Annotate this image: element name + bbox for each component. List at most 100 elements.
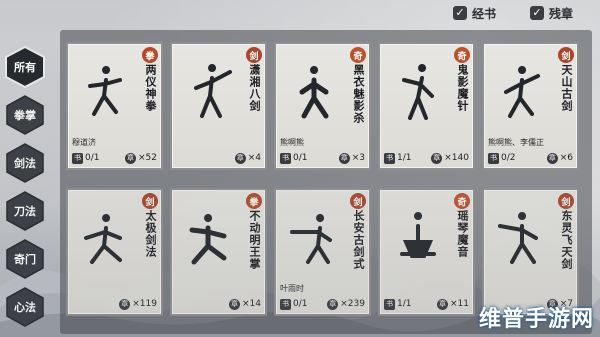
category-badge: 奇 [454,47,470,63]
fragment-filter-label: 残章 [549,6,574,21]
fragment-count: 章 ×6 [546,152,573,164]
category-badge: 剑 [246,47,262,63]
fragment-count-value: ×119 [132,299,157,309]
martial-art-card[interactable]: 奇瑶琴魔音书 1/1 章 ×11 [378,188,475,316]
fragment-icon: 章 [229,298,240,310]
martial-art-name: 长安古剑式 [352,210,365,270]
martial-art-card[interactable]: 奇黑衣魅影杀 熊啊熊书 0/1 章 ×3 [274,42,371,170]
fragment-count-value: ×14 [242,299,261,309]
category-badge: 剑 [142,193,158,209]
book-count: 书 0/1 [280,152,308,164]
fragment-count: 章 ×11 [437,298,469,310]
category-badge: 剑 [558,193,574,209]
martial-art-card[interactable]: 剑长安古剑式叶雨时书 0/1 章 ×239 [274,188,371,316]
martial-art-name: 太极剑法 [144,210,157,258]
fragment-icon: 章 [125,152,136,164]
martial-artist-illustration [290,214,332,264]
martial-art-card[interactable]: 剑东灵飞天剑章 ×7 [482,188,579,316]
category-badge: 剑 [350,193,366,209]
tab-fist-palm-label: 拳掌 [14,109,36,122]
fragment-icon: 章 [437,298,448,310]
owner-names: 穆道济 [72,138,96,147]
martial-art-card[interactable]: 拳不动明王掌章 ×14 [170,188,267,316]
book-count: 书 1/1 [384,152,412,164]
fragment-count: 章 ×3 [338,152,365,164]
owner-names: 熊啊熊 [280,138,304,147]
book-count-value: 0/1 [293,153,308,163]
book-count: 书 1/1 [384,298,412,310]
martial-artist-illustration [402,64,434,120]
martial-art-name: 潇湘八剑 [248,64,261,112]
category-sidebar: 所有 拳掌 剑法 刀法 奇门 心法 [0,0,52,337]
fragment-count: 章 ×14 [229,298,261,310]
fragment-count-value: ×3 [351,153,365,163]
martial-art-name: 黑衣魅影杀 [352,64,365,124]
book-count-value: 0/1 [293,299,308,309]
tab-exotic[interactable]: 奇门 [4,238,46,280]
fragment-icon: 章 [431,152,443,164]
fragment-count: 章 ×239 [327,298,365,310]
category-badge: 奇 [454,193,470,209]
fragment-filter-toggle[interactable]: ✓ 残章 [530,4,573,22]
fragment-count-value: ×4 [247,153,261,163]
fragment-count: 章 ×119 [119,298,157,310]
fragment-count: 章 ×4 [234,152,261,164]
scripture-filter-toggle[interactable]: ✓ 经书 [453,4,496,22]
book-icon: 书 [488,152,499,164]
fragment-icon: 章 [119,298,131,310]
card-stats: 书 0/1 章 ×3 [280,151,365,165]
martial-art-name: 东灵飞天剑 [560,210,573,270]
martial-artist-illustration [400,212,436,258]
book-icon: 书 [280,298,291,310]
martial-art-name: 天山古剑 [560,64,573,112]
tab-inner-art-label: 心法 [14,301,36,314]
martial-art-card[interactable]: 奇鬼影魔针书 1/1 章 ×140 [378,42,475,170]
martial-art-card[interactable]: 拳两仪神拳穆道济书 0/1 章 ×52 [66,42,163,170]
book-count-value: 1/1 [397,153,412,163]
fragment-icon: 章 [234,152,246,164]
martial-art-card[interactable]: 剑太极剑法章 ×119 [66,188,163,316]
card-stats: 书 0/1 章 ×52 [72,151,157,165]
category-badge: 剑 [558,47,574,63]
tab-all[interactable]: 所有 [4,46,46,88]
martial-art-name: 瑶琴魔音 [456,210,469,258]
tab-blade[interactable]: 刀法 [4,190,46,232]
fragment-count: 章 ×52 [125,152,157,164]
tab-inner-art[interactable]: 心法 [4,286,46,328]
checkmark-icon: ✓ [453,6,467,20]
fragment-count-value: ×239 [340,299,365,309]
card-stats: 章 ×119 [72,297,157,311]
fragment-icon: 章 [338,152,350,164]
martial-artist-illustration [504,66,540,118]
scripture-filter-label: 经书 [472,6,497,21]
book-icon: 书 [384,152,395,164]
fragment-count: 章 ×140 [431,152,469,164]
tab-blade-label: 刀法 [14,205,36,218]
martial-art-card[interactable]: 剑潇湘八剑章 ×4 [170,42,267,170]
tab-fist-palm[interactable]: 拳掌 [4,94,46,136]
martial-art-name: 两仪神拳 [144,64,157,112]
tab-sword-label: 剑法 [14,157,36,170]
fragment-icon: 章 [327,298,339,310]
card-stats: 书 1/1 章 ×140 [384,151,469,165]
martial-art-name: 鬼影魔针 [456,64,469,112]
martial-artist-illustration [189,214,227,265]
book-icon: 书 [384,298,395,310]
fragment-icon: 章 [546,152,558,164]
tab-sword[interactable]: 剑法 [4,142,46,184]
book-count-value: 0/1 [85,153,100,163]
martial-art-card[interactable]: 剑天山古剑 熊啊熊、李儒正书 0/2 章 ×6 [482,42,579,170]
book-count: 书 0/1 [280,298,308,310]
martial-artist-illustration [299,66,329,119]
card-stats: 书 0/1 章 ×239 [280,297,365,311]
book-count-value: 1/1 [397,299,412,309]
category-badge: 拳 [246,193,262,209]
category-badge: 拳 [142,47,158,63]
martial-artist-illustration [498,212,538,264]
owner-names: 叶雨时 [280,284,304,293]
martial-art-name: 不动明王掌 [248,210,261,270]
martial-artist-illustration [84,214,122,264]
book-icon: 书 [280,152,291,164]
fragment-count-value: ×6 [559,153,573,163]
book-count: 书 0/1 [72,152,100,164]
